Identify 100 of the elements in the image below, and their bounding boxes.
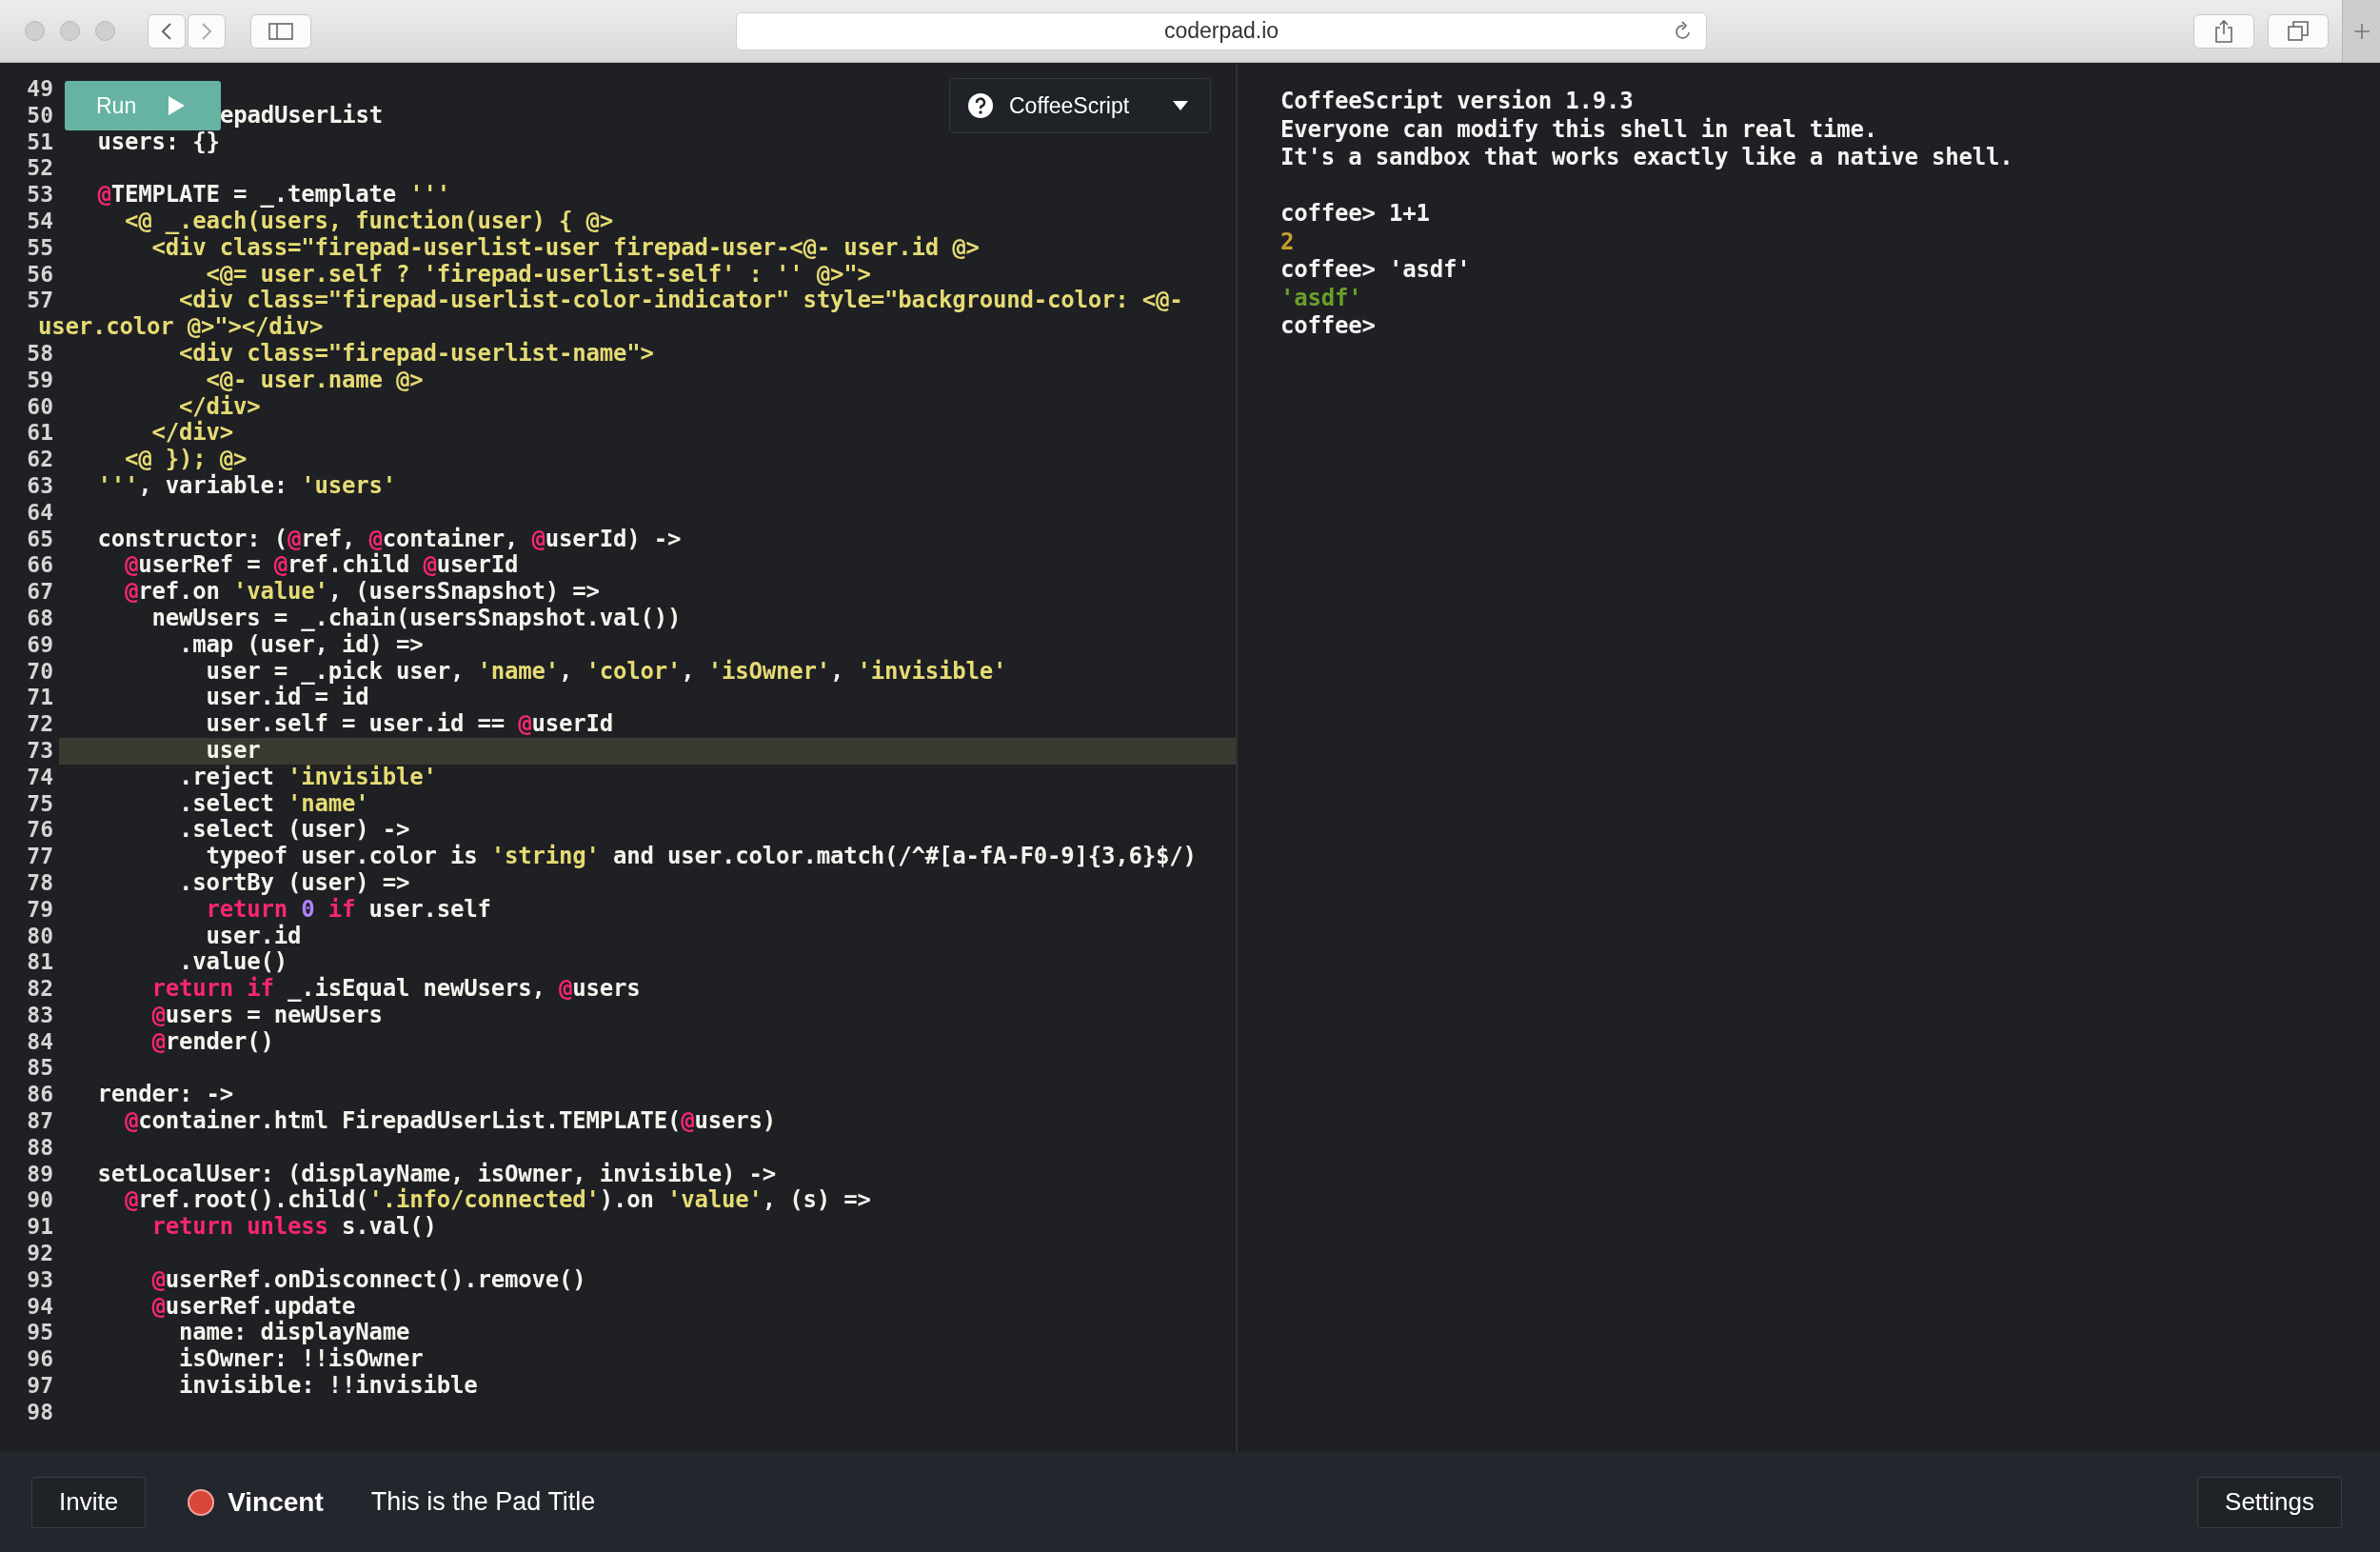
code-line: users: {} xyxy=(96,129,220,156)
code-line: isOwner: !!isOwner xyxy=(178,1346,424,1373)
line-number: 57 xyxy=(26,288,54,315)
line-number: 81 xyxy=(26,949,54,977)
code-line: <@- user.name @> xyxy=(205,367,424,394)
line-number: 62 xyxy=(26,447,54,473)
line-number: 60 xyxy=(26,393,54,421)
line-number: 92 xyxy=(26,1241,54,1267)
share-icon xyxy=(2214,19,2233,43)
code-line: user.id xyxy=(205,923,302,950)
code-line: return 0 if user.self xyxy=(205,896,491,924)
line-number: 95 xyxy=(26,1320,54,1347)
pad-title[interactable]: This is the Pad Title xyxy=(370,1487,596,1517)
forward-button[interactable] xyxy=(188,13,226,49)
line-number: 97 xyxy=(26,1373,54,1400)
line-number: 84 xyxy=(26,1028,54,1056)
help-icon xyxy=(967,92,994,119)
code-line: render: -> xyxy=(96,1082,233,1108)
new-tab-button[interactable] xyxy=(2342,0,2380,62)
console-line: 'asdf' xyxy=(1280,284,1363,312)
line-number: 82 xyxy=(26,976,54,1003)
line-number: 85 xyxy=(26,1055,54,1083)
line-number: 87 xyxy=(26,1108,54,1135)
line-number: 65 xyxy=(26,526,54,553)
code-line: typeof user.color is 'string' and user.color.match(/^#[a-fA-F0-9]{3,6}$/) xyxy=(205,844,1197,870)
code-line: @ref.root().child('.info/connected').on 'value', (s) => xyxy=(124,1187,871,1215)
code-line: <div class="firepad-userlist-color-indicator" style="background-color: <@- xyxy=(178,288,1183,314)
code-line: <div class="firepad-userlist-user firepad-user-<@- user.id @> xyxy=(150,234,980,262)
plus-icon xyxy=(2351,21,2371,41)
line-number: 67 xyxy=(26,579,54,606)
sidebar-button[interactable] xyxy=(250,13,311,49)
line-number: 52 xyxy=(26,155,54,183)
code-line: .map (user, id) => xyxy=(178,631,424,659)
code-line: </div> xyxy=(150,420,233,448)
code-line: epadUserList xyxy=(220,102,383,129)
code-line: .sortBy (user) => xyxy=(178,869,410,897)
line-number: 79 xyxy=(26,896,54,924)
back-icon xyxy=(160,21,173,41)
code-line: name: displayName xyxy=(179,1320,410,1346)
code-line: @userRef.onDisconnect().remove() xyxy=(150,1266,586,1294)
line-number: 78 xyxy=(26,869,54,897)
line-number: 72 xyxy=(26,711,54,738)
code-line: @render() xyxy=(150,1028,274,1056)
code-line: user = _.pick user, 'name', 'color', 'isOwner', 'invisible' xyxy=(205,658,1007,686)
code-line: setLocalUser: (displayName, isOwner, invisible) -> xyxy=(96,1161,776,1188)
code-line: constructor: (@ref, @container, @userId) -> xyxy=(96,526,682,552)
line-number: 94 xyxy=(26,1293,54,1321)
line-number: 64 xyxy=(26,499,54,527)
code-line: <@= user.self ? 'firepad-userlist-self' : '' @>"> xyxy=(205,261,871,288)
line-number: 93 xyxy=(26,1266,54,1294)
back-button[interactable] xyxy=(148,13,186,49)
console-line: CoffeeScript version 1.9.3 xyxy=(1280,88,1635,116)
line-number: 71 xyxy=(26,685,54,712)
line-number: 75 xyxy=(26,790,54,818)
code-line: user xyxy=(205,737,261,765)
reload-icon[interactable] xyxy=(1674,20,1693,42)
line-number: 76 xyxy=(26,817,54,845)
line-number: 61 xyxy=(26,420,54,448)
tabs-button[interactable] xyxy=(2268,13,2329,49)
code-line: user.color @>"></div> xyxy=(38,314,324,341)
address-bar[interactable]: coderpad.io xyxy=(736,11,1707,50)
console-line: Everyone can modify this shell in real time. xyxy=(1280,115,1878,144)
code-line: @ref.on 'value', (usersSnapshot) => xyxy=(124,579,600,606)
line-number: 66 xyxy=(26,552,54,580)
line-number: 56 xyxy=(26,261,54,289)
line-number: 80 xyxy=(26,923,54,950)
line-number: 77 xyxy=(26,844,54,870)
line-number: 73 xyxy=(26,737,54,765)
line-number: 86 xyxy=(26,1082,54,1109)
line-number: 49 xyxy=(26,76,54,103)
console-line: It's a sandbox that works exactly like a native shell. xyxy=(1280,144,2014,172)
line-number: 59 xyxy=(26,367,54,394)
caret-icon xyxy=(1172,100,1189,111)
code-line: invisible: !!invisible xyxy=(178,1373,478,1400)
code-line: .value() xyxy=(178,949,288,976)
line-number: 98 xyxy=(26,1399,54,1426)
code-line: .reject 'invisible' xyxy=(178,764,437,791)
share-button[interactable] xyxy=(2193,13,2254,49)
invite-button[interactable]: Invite xyxy=(31,1476,147,1528)
line-number: 91 xyxy=(26,1214,54,1242)
line-number: 74 xyxy=(26,764,54,791)
console-line: coffee> 'asdf' xyxy=(1280,256,1472,285)
line-number: 51 xyxy=(26,129,54,156)
settings-button[interactable]: Settings xyxy=(2197,1476,2342,1528)
sidebar-icon xyxy=(268,22,293,40)
console-line: coffee> 1+1 xyxy=(1280,200,1431,229)
language-dropdown[interactable]: CoffeeScript xyxy=(949,78,1211,133)
url-text: coderpad.io xyxy=(1163,18,1279,44)
code-line: @container.html FirepadUserList.TEMPLATE(@users) xyxy=(124,1108,776,1135)
line-number: 54 xyxy=(26,209,54,235)
line-number: 70 xyxy=(26,658,54,686)
line-number: 88 xyxy=(26,1134,54,1162)
code-line: @userRef = @ref.child @userId xyxy=(124,552,519,580)
line-number: 50 xyxy=(26,102,54,129)
line-number: 90 xyxy=(26,1187,54,1215)
code-line: newUsers = _.chain(usersSnapshot.val()) xyxy=(150,605,682,632)
code-line: <@ }); @> xyxy=(124,447,248,473)
line-number: 89 xyxy=(26,1161,54,1188)
code-line: user.id = id xyxy=(205,685,369,712)
forward-icon xyxy=(200,21,213,41)
